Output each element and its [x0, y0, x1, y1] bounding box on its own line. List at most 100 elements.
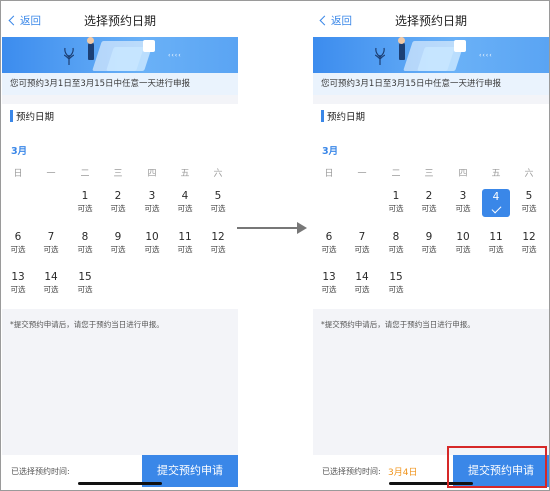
- day-status: 可选: [388, 245, 404, 254]
- day-number: 3: [148, 190, 156, 202]
- day-number: 14: [355, 271, 369, 283]
- day-status: 可选: [321, 245, 337, 254]
- day-number: 8: [392, 231, 400, 243]
- section-title: 预约日期: [16, 112, 55, 123]
- day-status: 可选: [521, 204, 537, 213]
- weekday-header: 一: [357, 169, 367, 179]
- calendar-day-11[interactable]: 11 可选: [482, 231, 510, 255]
- calendar-day-14[interactable]: 14 可选: [37, 271, 65, 295]
- calendar-day-9[interactable]: 9 可选: [104, 231, 132, 255]
- day-number: 9: [114, 231, 122, 243]
- calendar-day-5[interactable]: 5 可选: [515, 190, 543, 214]
- calendar-day-14[interactable]: 14 可选: [348, 271, 376, 295]
- phone-after: 返回 选择预约日期 ‹‹‹‹ 您可预约3月1日至3月15日中任意一天进行申报 预…: [313, 3, 549, 487]
- day-status: 可选: [421, 245, 437, 254]
- weekday-header: 四: [147, 169, 157, 179]
- calendar-day-6[interactable]: 6 可选: [4, 231, 32, 255]
- day-number: 6: [325, 231, 333, 243]
- day-status: 可选: [10, 245, 26, 254]
- date-range-notice: 您可预约3月1日至3月15日中任意一天进行申报: [2, 73, 238, 95]
- calendar-day-12[interactable]: 12 可选: [515, 231, 543, 255]
- day-number: 10: [145, 231, 159, 243]
- section-header: 预约日期: [313, 104, 549, 128]
- calendar-day-6[interactable]: 6 可选: [315, 231, 343, 255]
- day-status: 可选: [455, 204, 471, 213]
- day-status: 可选: [521, 245, 537, 254]
- section-accent-bar: [321, 110, 324, 122]
- weekday-header: 三: [113, 169, 123, 179]
- calendar-day-7[interactable]: 7 可选: [348, 231, 376, 255]
- person-icon: [87, 37, 94, 60]
- calendar-day-4[interactable]: 4: [482, 189, 510, 217]
- decorative-chevrons: ‹‹‹‹: [168, 52, 182, 59]
- day-number: 6: [14, 231, 22, 243]
- weekday-header: 三: [424, 169, 434, 179]
- calendar-day-13[interactable]: 13 可选: [4, 271, 32, 295]
- day-number: 1: [392, 190, 400, 202]
- calendar-day-8[interactable]: 8 可选: [71, 231, 99, 255]
- calendar-day-10[interactable]: 10 可选: [449, 231, 477, 255]
- calendar-day-13[interactable]: 13 可选: [315, 271, 343, 295]
- day-status: 可选: [455, 245, 471, 254]
- submission-footnote: *提交预约申请后，请您于预约当日进行申报。: [321, 320, 475, 329]
- day-status: 可选: [210, 245, 226, 254]
- weekday-header: 二: [80, 169, 90, 179]
- day-status: 可选: [177, 245, 193, 254]
- plant-icon: [64, 47, 74, 65]
- submission-footnote: *提交预约申请后，请您于预约当日进行申报。: [10, 320, 164, 329]
- calendar-day-1[interactable]: 1 可选: [71, 190, 99, 214]
- calendar: 3月 日 一 二 三 四 五 六 1 可选 2 可选 3 可选 4 可选 5 可选 6 可选 7 可选 8 可选 9 可选 10 可…: [2, 128, 238, 309]
- nav-bar: 返回 选择预约日期: [2, 3, 238, 37]
- day-status: 可选: [110, 245, 126, 254]
- calendar-day-15[interactable]: 15 可选: [382, 271, 410, 295]
- day-number: 13: [322, 271, 336, 283]
- selected-time-label: 已选择预约时间:: [322, 467, 381, 476]
- day-number: 11: [178, 231, 192, 243]
- day-status: 可选: [354, 285, 370, 294]
- section-title: 预约日期: [327, 112, 366, 123]
- calendar-day-3[interactable]: 3 可选: [138, 190, 166, 214]
- weekday-header: 日: [324, 169, 334, 179]
- calendar-day-4[interactable]: 4 可选: [171, 190, 199, 214]
- day-number: 8: [81, 231, 89, 243]
- calendar-day-9[interactable]: 9 可选: [415, 231, 443, 255]
- day-number: 2: [425, 190, 433, 202]
- day-status: 可选: [321, 285, 337, 294]
- section-header: 预约日期: [2, 104, 238, 128]
- calendar-day-5[interactable]: 5 可选: [204, 190, 232, 214]
- badge-icon: [454, 40, 466, 52]
- day-number: 5: [214, 190, 222, 202]
- calendar-day-3[interactable]: 3 可选: [449, 190, 477, 214]
- checkmark-icon: [491, 203, 501, 214]
- day-number: 15: [78, 271, 92, 283]
- calendar-day-12[interactable]: 12 可选: [204, 231, 232, 255]
- day-number: 11: [489, 231, 503, 243]
- person-icon: [398, 37, 405, 60]
- calendar-day-1[interactable]: 1 可选: [382, 190, 410, 214]
- decorative-chevrons: ‹‹‹‹: [479, 52, 493, 59]
- selected-time-value: 3月4日: [388, 468, 418, 478]
- calendar-day-11[interactable]: 11 可选: [171, 231, 199, 255]
- day-number: 4: [492, 191, 500, 203]
- day-status: 可选: [144, 245, 160, 254]
- calendar-day-2[interactable]: 2 可选: [415, 190, 443, 214]
- calendar-day-10[interactable]: 10 可选: [138, 231, 166, 255]
- day-status: 可选: [388, 285, 404, 294]
- day-status: 可选: [77, 285, 93, 294]
- calendar-day-7[interactable]: 7 可选: [37, 231, 65, 255]
- day-status: 可选: [210, 204, 226, 213]
- selected-time-label: 已选择预约时间:: [11, 467, 70, 476]
- calendar-month: 3月: [11, 146, 28, 157]
- bottom-bar: 已选择预约时间: 提交预约申请: [2, 455, 238, 487]
- day-status: 可选: [10, 285, 26, 294]
- weekday-header: 六: [213, 169, 223, 179]
- weekday-header: 日: [13, 169, 23, 179]
- page-title: 选择预约日期: [83, 14, 156, 28]
- day-number: 12: [522, 231, 536, 243]
- calendar-day-15[interactable]: 15 可选: [71, 271, 99, 295]
- calendar-day-2[interactable]: 2 可选: [104, 190, 132, 214]
- calendar-day-8[interactable]: 8 可选: [382, 231, 410, 255]
- day-number: 12: [211, 231, 225, 243]
- home-indicator: [78, 482, 162, 485]
- day-status: 可选: [488, 245, 504, 254]
